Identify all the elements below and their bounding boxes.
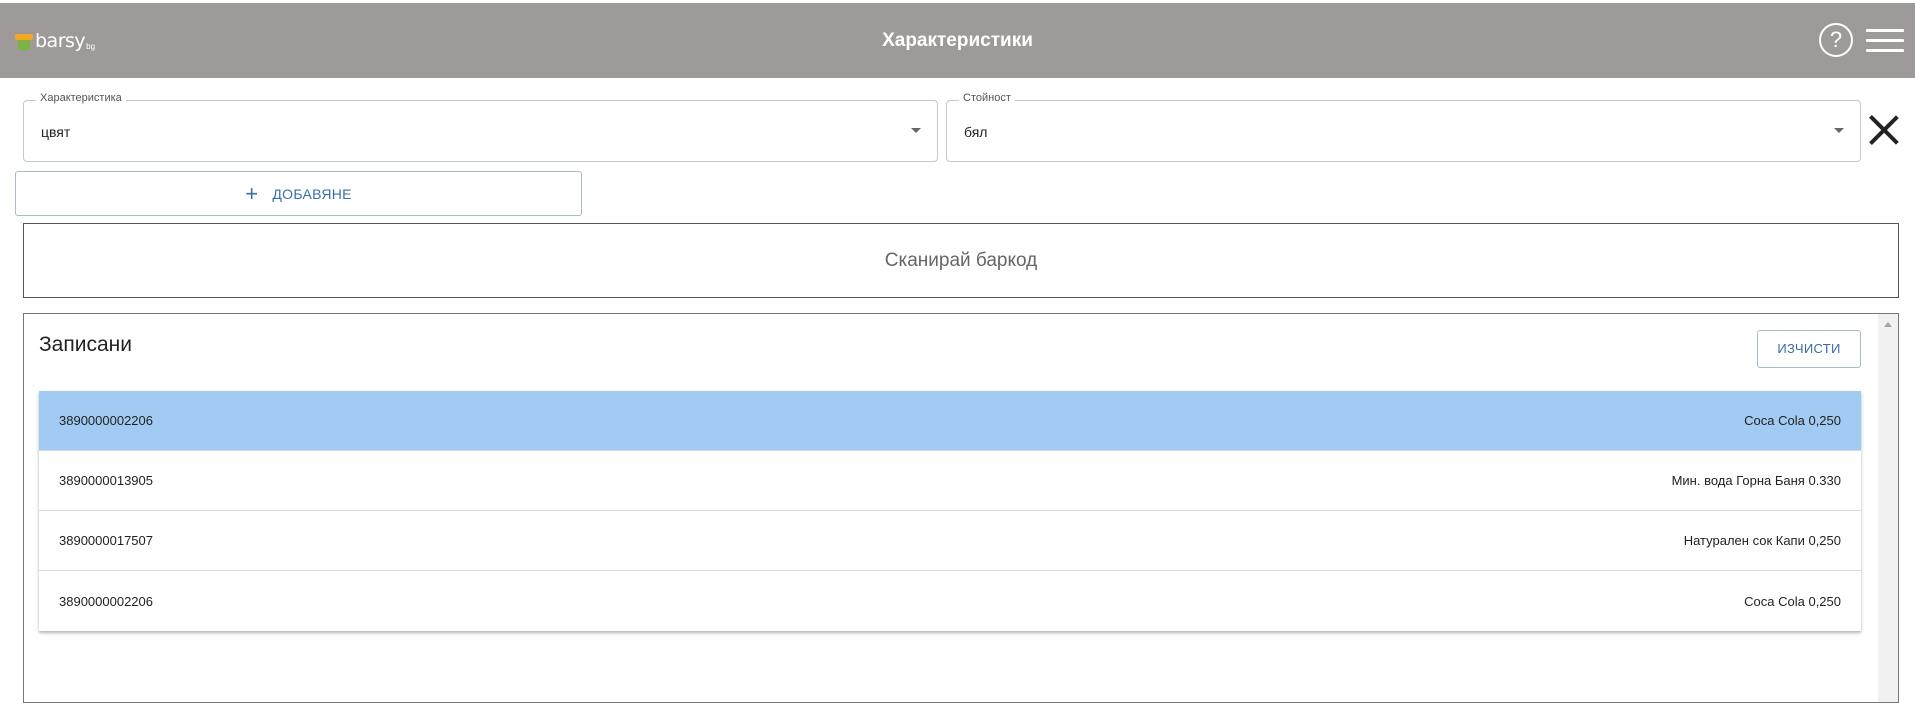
value-select[interactable]: Стойност бял [946, 92, 1861, 162]
recorded-title: Записани [39, 333, 132, 356]
item-barcode: 3890000002206 [59, 593, 153, 609]
item-name: Coca Cola 0,250 [1744, 593, 1841, 609]
item-barcode: 3890000002206 [59, 413, 153, 428]
item-barcode: 3890000017507 [59, 533, 153, 548]
page-title: Характеристики [882, 30, 1033, 51]
characteristic-select[interactable]: Характеристика цвят [23, 92, 938, 162]
list-item[interactable]: 3890000002206 Coca Cola 0,250 [39, 391, 1861, 451]
scrollbar[interactable] [1878, 314, 1898, 702]
clear-button[interactable]: ИЗЧИСТИ [1757, 330, 1861, 368]
item-name: Натурален сок Капи 0,250 [1683, 533, 1841, 548]
plus-icon: + [245, 180, 259, 206]
characteristic-value: цвят [41, 124, 71, 140]
add-button[interactable]: + ДОБАВЯНЕ [15, 171, 582, 216]
chevron-down-icon [911, 128, 921, 133]
value-label: Стойност [959, 92, 1015, 104]
recorded-list: 3890000002206 Coca Cola 0,250 3890000013… [39, 391, 1861, 631]
list-item[interactable]: 3890000017507 Натурален сок Капи 0,250 [39, 511, 1861, 571]
help-icon[interactable]: ? [1819, 23, 1853, 57]
item-name: Мин. вода Горна Баня 0.330 [1671, 473, 1841, 488]
close-icon[interactable] [1868, 114, 1900, 146]
scroll-up-icon[interactable] [1884, 322, 1892, 327]
item-name: Coca Cola 0,250 [1744, 413, 1841, 428]
top-bar: barsy bg Характеристики ? [0, 3, 1915, 78]
recorded-panel: Записани ИЗЧИСТИ 3890000002206 Coca Cola… [23, 313, 1899, 703]
list-item[interactable]: 3890000013905 Мин. вода Горна Баня 0.330 [39, 451, 1861, 511]
characteristic-label: Характеристика [36, 92, 126, 104]
item-barcode: 3890000013905 [59, 473, 153, 488]
value-value: бял [964, 124, 988, 140]
scan-barcode-button[interactable]: Сканирай баркод [23, 223, 1899, 298]
add-button-label: ДОБАВЯНЕ [272, 185, 352, 202]
hamburger-menu-icon[interactable] [1866, 27, 1904, 55]
chevron-down-icon [1834, 128, 1844, 133]
scan-barcode-label: Сканирай баркод [884, 249, 1038, 271]
list-item[interactable]: 3890000002206 Coca Cola 0,250 [39, 571, 1861, 631]
